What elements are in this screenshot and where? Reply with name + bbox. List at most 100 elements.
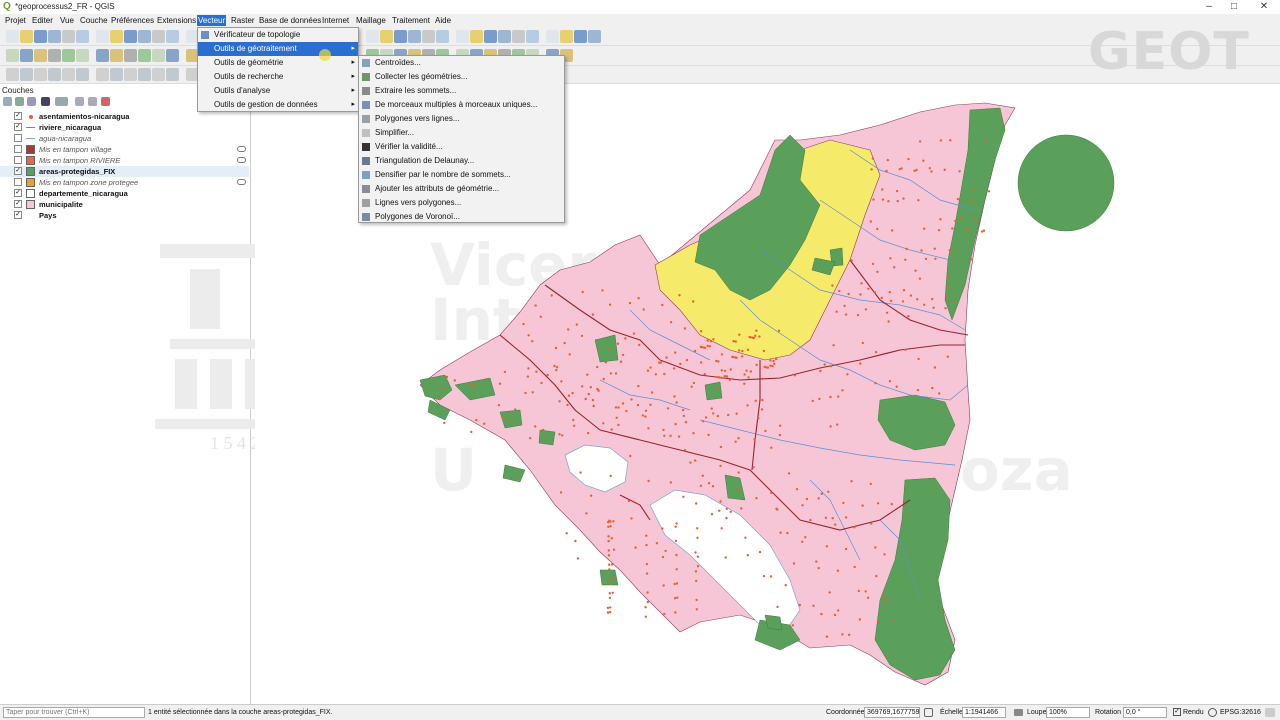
toolbar-tool-icon[interactable] [110,68,123,81]
toolbar-tool-icon[interactable] [20,68,33,81]
layer-row[interactable]: ✓ departemente_nicaragua [0,188,249,199]
toolbar-tool-icon[interactable] [124,68,137,81]
geoprocessing-submenu-item[interactable]: De morceaux multiples à morceaux uniques… [359,98,564,112]
toolbar-tool-icon[interactable] [166,30,179,43]
layer-row[interactable]: Mis en tampon RIVIERE [0,155,249,166]
menu-extensions[interactable]: Extensions [156,15,197,26]
layer-row[interactable]: agua-nicaragua [0,133,249,144]
menu-internet[interactable]: Internet [321,15,350,26]
toolbar-tool-icon[interactable] [588,30,601,43]
toolbar-tool-icon[interactable] [34,30,47,43]
menu-traitement[interactable]: Traitement [391,15,431,26]
menu-vue[interactable]: Vue [59,15,75,26]
toolbar-tool-icon[interactable] [526,30,539,43]
toolbar-tool-icon[interactable] [152,30,165,43]
layer-row[interactable]: ✓ areas-protegidas_FIX [0,166,249,177]
toolbar-tool-icon[interactable] [34,68,47,81]
toolbar-tool-icon[interactable] [498,30,511,43]
geoprocessing-submenu-item[interactable]: Triangulation de Delaunay... [359,154,564,168]
layer-row[interactable]: ✓ asentamientos-nicaragua [0,111,249,122]
coord-field[interactable]: 369769,1677759 [864,707,920,718]
expand-all-icon[interactable] [75,97,84,106]
geoprocessing-submenu-item[interactable]: Densifier par le nombre de sommets... [359,168,564,182]
toolbar-tool-icon[interactable] [6,30,19,43]
filter-legend-icon[interactable] [41,97,50,106]
toolbar-tool-icon[interactable] [470,30,483,43]
minimize-icon[interactable]: – [1200,1,1218,13]
layer-row[interactable]: Mis en tampon village [0,144,249,155]
toolbar-tool-icon[interactable] [76,30,89,43]
zoom-field[interactable]: 100% [1046,707,1090,718]
layer-visibility-checkbox[interactable]: ✓ [14,189,22,197]
toolbar-tool-icon[interactable] [76,49,89,62]
toolbar-tool-icon[interactable] [76,68,89,81]
temporary-layer-icon[interactable] [237,157,246,163]
geoprocessing-submenu-item[interactable]: Simplifier... [359,126,564,140]
vector-menu-item[interactable]: Vérificateur de topologie [198,28,358,42]
layer-visibility-checkbox[interactable] [14,178,22,186]
filter-expression-icon[interactable] [55,97,68,106]
menu-aide[interactable]: Aide [434,15,452,26]
toolbar-tool-icon[interactable] [62,30,75,43]
toolbar-tool-icon[interactable] [512,30,525,43]
menu-editer[interactable]: Editer [31,15,54,26]
vector-menu-item[interactable]: Outils de géométrie ▸ [198,56,358,70]
menu-raster[interactable]: Raster [230,15,256,26]
toolbar-tool-icon[interactable] [152,68,165,81]
toolbar-tool-icon[interactable] [20,30,33,43]
toolbar-tool-icon[interactable] [48,30,61,43]
geoprocessing-submenu-item[interactable]: Vérifier la validité... [359,140,564,154]
geoprocessing-submenu-item[interactable]: Polygones de Voronoï... [359,210,564,224]
geoprocessing-submenu-item[interactable]: Lignes vers polygones... [359,196,564,210]
rotation-field[interactable]: 0,0 ° [1123,707,1167,718]
crs-globe-icon[interactable] [1208,708,1217,717]
temporary-layer-icon[interactable] [237,146,246,152]
maximize-icon[interactable]: □ [1225,1,1243,13]
layer-visibility-checkbox[interactable]: ✓ [14,200,22,208]
toolbar-tool-icon[interactable] [380,30,393,43]
geoprocessing-submenu-item[interactable]: Extraire les sommets... [359,84,564,98]
toolbar-tool-icon[interactable] [20,49,33,62]
toolbar-tool-icon[interactable] [546,30,559,43]
menu-maillage[interactable]: Maillage [355,15,387,26]
toolbar-tool-icon[interactable] [138,49,151,62]
layer-visibility-checkbox[interactable] [14,156,22,164]
close-icon[interactable]: ✕ [1255,1,1273,13]
toolbar-tool-icon[interactable] [560,30,573,43]
toolbar-tool-icon[interactable] [422,30,435,43]
toggle-extents-icon[interactable] [924,708,933,717]
toolbar-tool-icon[interactable] [34,49,47,62]
scale-field[interactable]: 1:1941466 [962,707,1006,718]
vector-menu-item[interactable]: Outils de recherche ▸ [198,70,358,84]
menu-couche[interactable]: Couche [79,15,109,26]
toolbar-tool-icon[interactable] [110,49,123,62]
toolbar-tool-icon[interactable] [6,49,19,62]
toolbar-tool-icon[interactable] [408,30,421,43]
toolbar-tool-icon[interactable] [48,68,61,81]
toolbar-tool-icon[interactable] [166,49,179,62]
toolbar-tool-icon[interactable] [6,68,19,81]
collapse-all-icon[interactable] [88,97,97,106]
toolbar-tool-icon[interactable] [96,30,109,43]
toolbar-tool-icon[interactable] [96,49,109,62]
toolbar-tool-icon[interactable] [48,49,61,62]
toolbar-tool-icon[interactable] [62,49,75,62]
toolbar-tool-icon[interactable] [110,30,123,43]
add-group-icon[interactable] [15,97,24,106]
toolbar-tool-icon[interactable] [366,30,379,43]
remove-layer-icon[interactable] [101,97,110,106]
layer-visibility-checkbox[interactable]: ✓ [14,112,22,120]
toolbar-tool-icon[interactable] [138,30,151,43]
crs-label[interactable]: EPSG:32616 [1220,709,1261,716]
layer-visibility-checkbox[interactable]: ✓ [14,123,22,131]
geoprocessing-submenu-item[interactable]: Ajouter les attributs de géométrie... [359,182,564,196]
toolbar-tool-icon[interactable] [456,30,469,43]
messages-icon[interactable] [1265,708,1275,717]
geoprocessing-submenu-item[interactable]: Centroïdes... [359,56,564,70]
toolbar-tool-icon[interactable] [124,30,137,43]
vector-menu-item[interactable]: Outils de gestion de données ▸ [198,98,358,112]
vector-menu-item[interactable]: Outils de géotraitement ▸ [198,42,358,56]
layer-row[interactable]: ✓ municipalite [0,199,249,210]
layer-visibility-checkbox[interactable] [14,145,22,153]
toolbar-tool-icon[interactable] [166,68,179,81]
